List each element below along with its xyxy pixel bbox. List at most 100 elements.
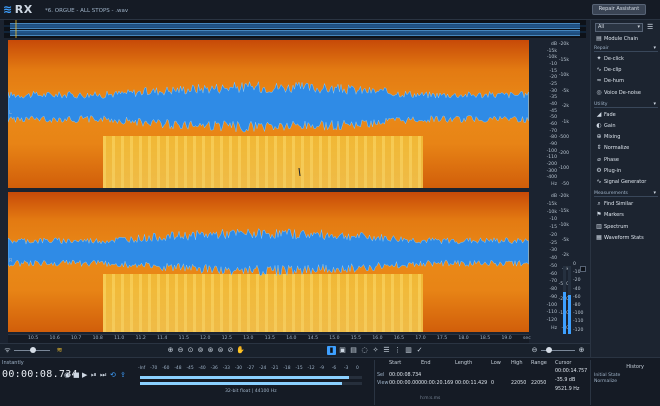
waveform-icon: ≋ <box>3 3 13 16</box>
zoom-out-icon[interactable]: ⊖ <box>176 346 185 355</box>
freq-low-value[interactable]: 0 <box>491 381 494 386</box>
module-group-label: Repair <box>594 46 609 51</box>
play-pause-icon[interactable]: ⏯ <box>91 371 97 380</box>
loop-icon[interactable]: ⟲ <box>110 371 116 379</box>
module-label: Phase <box>604 156 619 163</box>
channel-label-right: R <box>9 258 13 264</box>
voice-de-noise-icon: ◎ <box>596 88 602 96</box>
plug-in-icon: ⚙ <box>596 166 602 174</box>
module-group-utility[interactable]: Utility ▾ <box>594 101 658 108</box>
module-normalize[interactable]: ⇕ Normalize <box>594 143 658 153</box>
zoom-out-bottom-icon[interactable]: ⊖ <box>530 346 539 355</box>
document-tab[interactable]: *6. ORGUE - ALL STOPS - .wav <box>40 5 190 17</box>
output-level-left <box>140 376 362 379</box>
hand-icon[interactable]: ✋ <box>236 346 245 355</box>
module-de-hum[interactable]: ≈ De-hum <box>594 76 658 86</box>
rectangle-select-icon[interactable]: ▣ <box>338 346 347 355</box>
module-de-clip[interactable]: ∿ De-clip <box>594 65 658 75</box>
frequency-tick-label: -2k <box>561 252 569 258</box>
view-end-value[interactable]: 00:00:20.169 <box>421 381 453 386</box>
waveform-view-icon[interactable]: ᯤ <box>3 346 12 355</box>
spectrogram-view-icon[interactable]: ≋ <box>55 346 64 355</box>
module-spectrum[interactable]: ▥ Spectrum <box>594 222 658 232</box>
next-icon[interactable]: ⏭ <box>100 371 106 380</box>
module-chain[interactable]: ▤ Module Chain <box>594 34 658 44</box>
cursor-level-value: -35.9 dB <box>555 378 576 383</box>
module-gain[interactable]: ◐ Gain <box>594 121 658 131</box>
module-find-similar[interactable]: ⌕ Find Similar <box>594 199 658 209</box>
module-markers[interactable]: ⚑ Markers <box>594 210 658 220</box>
export-icon[interactable]: ⇪ <box>120 371 126 379</box>
history-list: Initial State Normalize <box>594 373 654 385</box>
zoom-fit-icon[interactable]: ⊙ <box>186 346 195 355</box>
time-ruler[interactable]: 10.5 10.6 10.7 10.8 11.0 11.2 11.4 11.5 12.0 12.5… <box>8 334 531 343</box>
module-voice-de-noise[interactable]: ◎ Voice De-noise <box>594 88 658 98</box>
spectral-repair-icon[interactable]: ▥ <box>404 346 413 355</box>
fade-icon: ◢ <box>596 110 602 118</box>
stop-icon[interactable]: ■ <box>73 371 80 379</box>
opacity-slider-knob[interactable] <box>30 347 36 353</box>
zoom-frequency-icon[interactable]: ⊜ <box>216 346 225 355</box>
overview-waveform <box>4 20 586 38</box>
magic-wand-icon[interactable]: ✧ <box>371 346 380 355</box>
zoom-selection-icon[interactable]: ⊚ <box>196 346 205 355</box>
fade-icon[interactable]: ✓ <box>415 346 424 355</box>
markers-icon: ⚑ <box>596 211 602 219</box>
freq-high-value[interactable]: 22050 <box>511 381 526 386</box>
frequency-tick-label: -500 <box>558 135 569 141</box>
de-hum-icon: ≈ <box>596 77 602 85</box>
toolbar: ᯤ ≋ ⊕ ⊖ ⊙ ⊚ ⊛ ⊜ ⊘ ✋ ▮ ▣ ▤ ◌ ✧ ☰ ⋮ ▥ ✓ ⊖ … <box>0 343 590 357</box>
module-fade[interactable]: ◢ Fade <box>594 110 658 120</box>
meter-tick-label: -20 <box>573 278 581 284</box>
module-label: Plug-in <box>604 167 622 174</box>
play-icon[interactable]: ▶ <box>82 371 87 379</box>
level-meter: 0 -10 -20 -40 -60 -80 -100 -110 -120 <box>563 262 583 338</box>
module-label: Mixing <box>604 134 621 141</box>
frequency-tick-label: -1k <box>561 119 569 125</box>
module-chain-icon: ▤ <box>596 35 602 42</box>
menu-icon[interactable]: ☰ <box>647 23 653 31</box>
repair-assistant-button[interactable]: Repair Assistant <box>592 4 646 15</box>
module-group-measurements[interactable]: Measurements ▾ <box>594 190 658 198</box>
module-waveform-stats[interactable]: ▦ Waveform Stats <box>594 233 658 243</box>
freq-range-value[interactable]: 22050 <box>531 381 546 386</box>
record-icon[interactable]: ◉ <box>64 371 70 379</box>
module-mixing[interactable]: ⊕ Mixing <box>594 132 658 142</box>
time-tick-label: 16.0 <box>372 336 383 341</box>
time-tick-label: 17.0 <box>415 336 426 341</box>
lasso-select-icon[interactable]: ◌ <box>360 346 369 355</box>
module-group-repair[interactable]: Repair ▾ <box>594 45 658 52</box>
module-phase[interactable]: ⌀ Phase <box>594 155 658 165</box>
cursor-freq-value: 9521.9 Hz <box>555 387 580 392</box>
sel-start-value[interactable]: 00:00:08.734 <box>389 373 421 378</box>
time-format-label: h:m:s.ms <box>420 396 441 401</box>
module-label: Waveform Stats <box>604 234 644 241</box>
module-label: Find Similar <box>604 201 634 208</box>
frequency-select-icon[interactable]: ⋮ <box>393 346 402 355</box>
history-panel: History Initial State Normalize <box>590 360 660 405</box>
vertical-scroll-handle[interactable] <box>580 266 586 272</box>
level-tick-label: -3 <box>343 366 349 371</box>
zoom-in-icon[interactable]: ⊕ <box>166 346 175 355</box>
brush-select-icon[interactable]: ▤ <box>349 346 358 355</box>
time-select-icon[interactable]: ▮ <box>327 346 336 355</box>
waveform-overview[interactable] <box>4 20 586 38</box>
zoom-time-icon[interactable]: ⊛ <box>206 346 215 355</box>
spectrogram-right[interactable]: R <box>8 192 529 332</box>
module-signal-generator[interactable]: ∿ Signal Generator <box>594 177 658 187</box>
history-item-last[interactable]: Normalize <box>594 379 654 385</box>
module-filter-select[interactable]: All ▾ <box>595 23 643 32</box>
module-de-click[interactable]: ✦ De-click <box>594 54 658 64</box>
view-length-value[interactable]: 00:00:11.429 <box>455 381 487 386</box>
zoom-in-bottom-icon[interactable]: ⊕ <box>577 346 586 355</box>
zoom-slider-knob[interactable] <box>546 347 552 353</box>
time-tick-label: 18.0 <box>458 336 469 341</box>
harmonic-select-icon[interactable]: ☰ <box>382 346 391 355</box>
module-group-label: Utility <box>594 101 608 107</box>
module-plug-in[interactable]: ⚙ Plug-in <box>594 166 658 176</box>
spectrogram-left[interactable]: L <box>8 40 529 188</box>
zoom-reset-icon[interactable]: ⊘ <box>226 346 235 355</box>
frequency-tick-label: -20k <box>558 42 569 47</box>
frequency-tick-label: -2k <box>561 104 569 110</box>
view-start-value[interactable]: 00:00:00.000 <box>389 381 421 386</box>
